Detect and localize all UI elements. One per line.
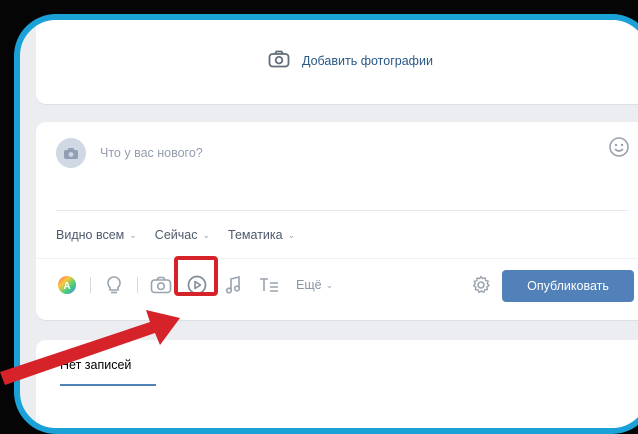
option-label: Сейчас — [154, 228, 198, 242]
smile-icon[interactable] — [608, 136, 630, 163]
more-label: Ещё — [296, 278, 322, 292]
gear-icon[interactable] — [470, 274, 492, 301]
photo-icon[interactable] — [148, 272, 174, 298]
add-photos-button[interactable]: Добавить фотографии — [268, 50, 433, 71]
chevron-down-icon: ⌄ — [287, 229, 296, 240]
tab-no-posts[interactable]: Нет записей — [60, 358, 156, 386]
screenshot-frame: Добавить фотографии Что у вас нового? Ви… — [14, 14, 638, 434]
option-label: Видно всем — [56, 228, 125, 242]
option-label: Тематика — [228, 228, 283, 242]
more-dropdown[interactable]: Ещё ⌄ — [296, 278, 333, 292]
video-icon-highlight — [174, 256, 218, 296]
music-icon[interactable] — [220, 272, 246, 298]
separator — [90, 277, 91, 293]
chevron-down-icon: ⌄ — [129, 229, 137, 240]
publish-button[interactable]: Опубликовать — [502, 270, 634, 302]
post-options: Видно всем ⌄ Сейчас ⌄ Тематика ⌄ — [56, 228, 295, 242]
divider — [36, 258, 638, 259]
time-dropdown[interactable]: Сейчас ⌄ — [155, 228, 210, 242]
composer-row: Что у вас нового? — [56, 138, 203, 168]
camera-icon — [268, 50, 290, 71]
camera-icon — [64, 147, 78, 159]
color-palette-icon[interactable]: A — [54, 272, 80, 298]
post-composer-card: Что у вас нового? Видно всем ⌄ Сейчас ⌄ … — [36, 122, 638, 320]
divider — [56, 210, 628, 211]
avatar — [56, 138, 86, 168]
separator — [137, 277, 138, 293]
svg-text:A: A — [63, 281, 70, 292]
add-photos-card: Добавить фотографии — [36, 20, 638, 104]
text-format-icon[interactable] — [256, 272, 282, 298]
chevron-down-icon: ⌄ — [202, 229, 211, 240]
topic-dropdown[interactable]: Тематика ⌄ — [228, 228, 295, 242]
chevron-down-icon: ⌄ — [325, 279, 334, 290]
add-photos-label: Добавить фотографии — [302, 53, 433, 68]
lightbulb-icon[interactable] — [101, 272, 127, 298]
post-input[interactable]: Что у вас нового? — [100, 146, 203, 160]
posts-card: Нет записей — [36, 340, 638, 428]
visibility-dropdown[interactable]: Видно всем ⌄ — [56, 228, 137, 242]
